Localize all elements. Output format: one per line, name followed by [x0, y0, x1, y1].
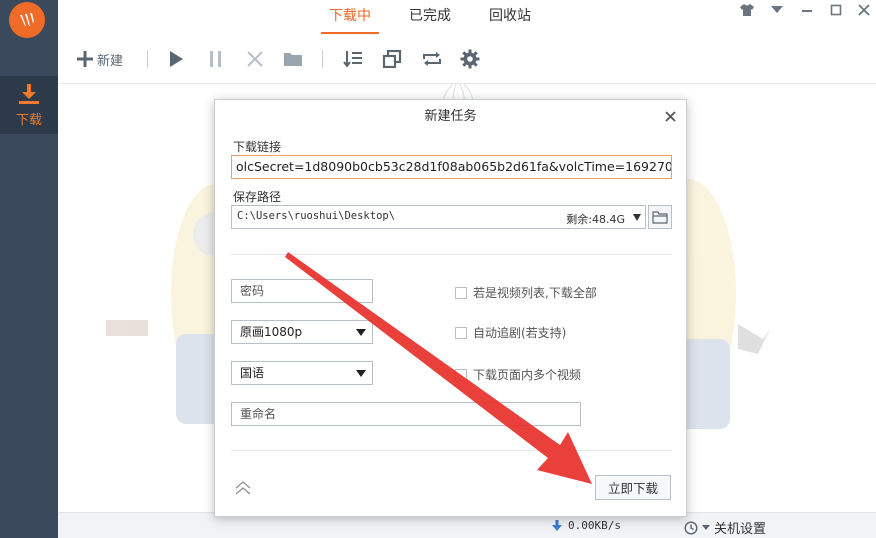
multi-video-checkbox-label: 下载页面内多个视频	[473, 368, 582, 382]
save-path-label: 保存路径	[233, 190, 282, 204]
app-logo-icon	[9, 2, 45, 38]
play-icon	[170, 51, 183, 67]
playlist-checkbox[interactable]: 若是视频列表,下载全部	[455, 284, 597, 301]
settings-button[interactable]	[459, 46, 481, 72]
repeat-icon	[423, 52, 441, 66]
task-list-button[interactable]	[342, 46, 364, 72]
gear-icon	[460, 49, 480, 69]
quality-value: 原画1080p	[240, 325, 303, 339]
remaining-space: 剩余:48.4G	[566, 213, 625, 226]
sidebar: 下载	[0, 0, 58, 538]
dialog-divider	[231, 450, 672, 451]
sidebar-item-label: 下载	[15, 113, 42, 128]
copy-button[interactable]	[381, 46, 403, 72]
checkbox-box	[455, 286, 467, 299]
collapse-options-button[interactable]	[233, 478, 253, 498]
sidebar-item-download[interactable]: 下载	[0, 76, 58, 134]
download-icon	[19, 84, 39, 104]
download-speed-icon	[552, 520, 562, 531]
shutdown-settings-label: 关机设置	[714, 522, 767, 537]
menu-dropdown-icon[interactable]	[766, 0, 788, 20]
language-select[interactable]: 国语	[231, 361, 373, 385]
toolbar: 新建	[58, 34, 876, 84]
dialog-title: 新建任务	[424, 109, 477, 124]
new-task-label: 新建	[97, 53, 124, 69]
minimize-icon[interactable]	[796, 0, 818, 20]
toolbar-divider	[322, 50, 323, 68]
playlist-checkbox-label: 若是视频列表,下载全部	[473, 286, 597, 300]
tab-completed[interactable]: 已完成	[402, 0, 458, 34]
quality-select[interactable]: 原画1080p	[231, 320, 373, 344]
close-icon	[247, 51, 263, 67]
refresh-button[interactable]	[420, 46, 444, 72]
download-speed: 0.00KB/s	[568, 519, 621, 532]
plus-icon	[77, 51, 93, 67]
close-icon	[664, 110, 676, 122]
list-sort-icon	[343, 51, 362, 68]
shutdown-settings-button[interactable]: 关机设置	[684, 518, 766, 537]
pause-icon	[210, 51, 221, 67]
save-path-select[interactable]: C:\Users\ruoshui\Desktop\ 剩余:48.4G	[231, 205, 646, 229]
chevron-down-icon	[356, 370, 366, 377]
open-folder-button[interactable]	[282, 46, 304, 72]
start-button[interactable]	[166, 46, 186, 72]
copy-icon	[382, 50, 402, 68]
chevron-down-icon	[356, 329, 366, 336]
download-link-input[interactable]: olcSecret=1d8090b0cb53c28d1f08ab065b2d61…	[231, 155, 672, 179]
chevron-down-icon	[702, 524, 710, 530]
pause-button[interactable]	[206, 46, 226, 72]
download-link-label: 下载链接	[233, 140, 282, 154]
delete-button[interactable]	[245, 46, 265, 72]
dialog-close-button[interactable]	[661, 107, 679, 125]
clock-icon	[684, 520, 698, 535]
auto-follow-checkbox-label: 自动追剧(若支持)	[473, 326, 567, 340]
close-window-icon[interactable]	[853, 0, 875, 20]
dialog-divider	[231, 254, 672, 255]
save-path-value: C:\Users\ruoshui\Desktop\	[237, 210, 396, 222]
auto-follow-checkbox[interactable]: 自动追剧(若支持)	[455, 324, 566, 341]
checkbox-box	[455, 326, 467, 339]
chevron-down-icon	[633, 214, 641, 221]
folder-icon	[652, 211, 668, 224]
new-task-button[interactable]: 新建	[76, 46, 123, 72]
multi-video-checkbox[interactable]: 下载页面内多个视频	[455, 366, 581, 383]
chevron-up-icon	[235, 481, 251, 495]
browse-folder-button[interactable]	[648, 205, 672, 229]
rename-field[interactable]: 重命名	[231, 402, 581, 426]
tab-recycle-bin[interactable]: 回收站	[482, 0, 538, 34]
checkbox-box	[455, 368, 467, 381]
maximize-icon[interactable]	[825, 0, 847, 20]
top-bar: 下载中 已完成 回收站	[58, 0, 876, 34]
password-field[interactable]: 密码	[231, 279, 373, 303]
tab-downloading[interactable]: 下载中	[321, 0, 379, 34]
start-download-button[interactable]: 立即下载	[595, 475, 671, 500]
new-task-dialog: 新建任务 下载链接 olcSecret=1d8090b0cb53c28d1f08…	[214, 99, 687, 517]
folder-icon	[284, 53, 302, 66]
language-value: 国语	[240, 366, 265, 380]
skin-icon[interactable]	[736, 0, 758, 20]
toolbar-divider	[147, 50, 148, 68]
